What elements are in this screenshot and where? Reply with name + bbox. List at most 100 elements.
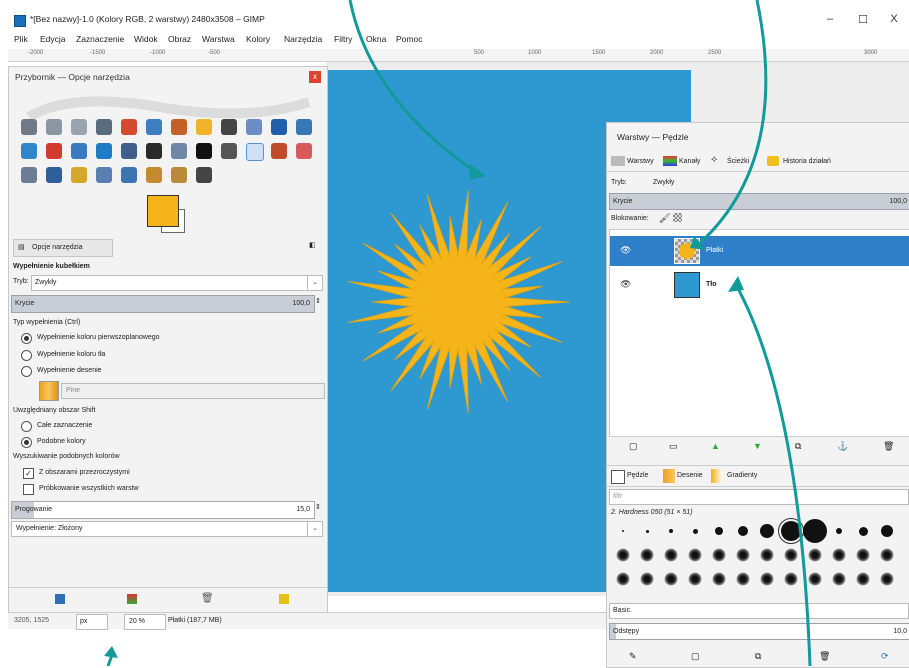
tool-icon[interactable] [46,143,62,159]
brush-thumbnail[interactable] [784,548,798,562]
tool-icon[interactable] [271,143,287,159]
opacity-stepper[interactable]: ⇕ [315,297,321,305]
brush-filter-input[interactable]: filtr [609,489,909,505]
brush-thumbnail[interactable] [640,548,654,562]
brush-thumbnail[interactable] [808,572,822,586]
brush-thumbnail[interactable] [784,572,798,586]
tab-channels[interactable]: Kanały [679,158,700,165]
tool-icon[interactable] [121,119,137,135]
brush-preset-select[interactable]: Basic. [609,603,909,619]
tool-icon[interactable] [121,167,137,183]
brush-thumbnail[interactable] [880,548,894,562]
delete-brush-icon[interactable]: 🗑 [819,651,830,662]
brush-thumbnail[interactable] [616,572,630,586]
brush-thumbnail[interactable] [664,548,678,562]
tool-icon[interactable] [271,119,287,135]
fill-by-select[interactable]: Wypełnienie: Złożony ⌄ [11,521,323,537]
opacity-slider[interactable]: Krycie 100,0 [11,295,315,313]
brush-thumbnail[interactable] [832,572,846,586]
brush-thumbnail[interactable] [856,572,870,586]
tool-icon[interactable] [196,119,212,135]
brush-thumbnail[interactable] [688,572,702,586]
tab-menu-icon[interactable]: ◧ [309,241,316,249]
brush-thumbnail[interactable] [738,526,748,536]
tab-gradients[interactable]: Gradienty [727,472,757,479]
tool-icon[interactable] [71,119,87,135]
brush-thumbnail[interactable] [622,530,624,532]
tool-icon[interactable] [146,119,162,135]
area-whole-radio[interactable] [21,421,32,432]
tab-patterns[interactable]: Desenie [677,472,703,479]
minimize-button[interactable]: – [820,13,840,25]
save-options-icon[interactable] [55,594,65,604]
brush-thumbnail[interactable] [803,519,827,543]
fill-pattern-radio[interactable] [21,366,32,377]
menu-kolory[interactable]: Kolory [246,34,270,44]
tool-icon[interactable] [71,167,87,183]
menu-warstwa[interactable]: Warstwa [202,34,235,44]
brush-thumbnail[interactable] [616,548,630,562]
tool-icon[interactable] [171,119,187,135]
tool-icon[interactable] [46,119,62,135]
brush-thumbnail[interactable] [836,528,842,534]
fill-fg-radio[interactable] [21,333,32,344]
tool-icon[interactable] [96,167,112,183]
new-brush-icon[interactable]: ▢ [691,651,700,662]
close-button[interactable]: X [884,13,904,25]
menu-edycja[interactable]: Edycja [40,34,66,44]
layers-mode-value[interactable]: Zwykły [653,179,674,186]
menu-pomoc[interactable]: Pomoc [396,34,422,44]
menu-obraz[interactable]: Obraz [168,34,191,44]
mode-select[interactable]: Zwykły ⌄ [31,275,323,291]
menu-widok[interactable]: Widok [134,34,158,44]
new-group-icon[interactable]: ▭ [669,441,678,452]
delete-layer-icon[interactable]: 🗑 [883,441,894,452]
brush-thumbnail[interactable] [760,524,774,538]
tool-icon[interactable] [221,143,237,159]
reset-options-icon[interactable] [279,594,289,604]
lower-layer-icon[interactable]: ▼ [753,441,762,451]
new-layer-icon[interactable]: ▢ [629,441,638,452]
maximize-button[interactable]: ☐ [853,13,873,26]
eye-icon[interactable]: 👁 [620,279,631,290]
edit-brush-icon[interactable]: ✎ [629,651,637,662]
brush-grid[interactable] [611,518,903,595]
zoom-select[interactable]: 20 % [124,614,166,630]
menu-okna[interactable]: Okna [366,34,386,44]
tool-icon[interactable] [96,119,112,135]
tool-icon[interactable] [21,119,37,135]
tab-paths[interactable]: Ścieżki [727,158,749,165]
tool-icon[interactable] [21,143,37,159]
brush-thumbnail[interactable] [712,548,726,562]
raise-layer-icon[interactable]: ▲ [711,441,720,451]
tool-icon[interactable] [146,143,162,159]
eye-icon[interactable]: 👁 [620,245,631,256]
pattern-swatch[interactable] [39,381,59,401]
toolbox-close-button[interactable]: x [309,71,321,83]
brush-thumbnail[interactable] [760,572,774,586]
layer-row-platki[interactable]: 👁 Płatki [610,236,909,266]
brush-thumbnail[interactable] [645,529,649,533]
tool-icon[interactable] [221,119,237,135]
tool-icon[interactable] [196,167,212,183]
tool-icon[interactable] [21,167,37,183]
brush-thumbnail[interactable] [688,548,702,562]
foreground-color-swatch[interactable] [147,195,179,227]
menu-narzedzia[interactable]: Narzędzia [284,34,322,44]
refresh-brushes-icon[interactable]: ⟳ [881,651,889,662]
fill-bg-radio[interactable] [21,350,32,361]
brush-thumbnail[interactable] [760,548,774,562]
brush-thumbnail[interactable] [808,548,822,562]
restore-options-icon[interactable] [127,594,137,604]
delete-options-icon[interactable]: 🗑 [201,593,214,604]
lock-pixels-icon[interactable]: 🖌 [659,213,670,224]
lock-alpha-icon[interactable] [673,213,682,222]
brush-thumbnail[interactable] [692,528,698,534]
tab-tool-options[interactable]: ▤ Opcje narzędzia [13,239,113,257]
brush-thumbnail[interactable] [640,572,654,586]
brush-thumbnail[interactable] [736,572,750,586]
layer-row-tlo[interactable]: 👁 Tło [610,270,909,300]
layers-opacity-slider[interactable]: Krycie 100,0 [609,193,909,210]
brush-thumbnail[interactable] [856,548,870,562]
brush-thumbnail[interactable] [858,526,868,536]
